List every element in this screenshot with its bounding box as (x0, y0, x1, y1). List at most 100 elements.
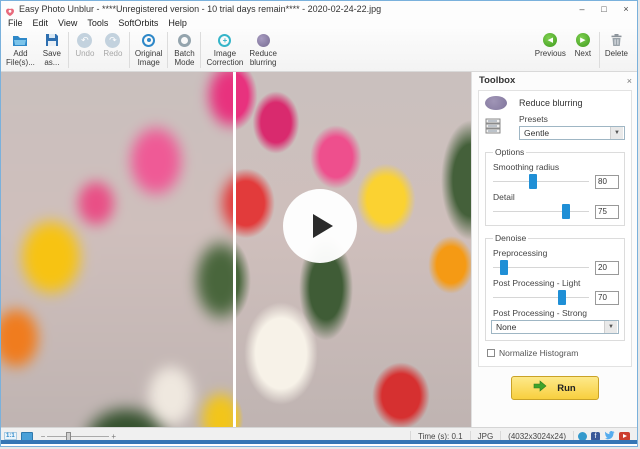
original-image-icon (142, 32, 156, 48)
delete-button[interactable]: Delete (602, 30, 631, 70)
next-icon: ▶ (575, 32, 590, 48)
post-processing-strong-value: None (496, 322, 517, 332)
slider-thumb[interactable] (558, 290, 567, 305)
preprocessing-value[interactable]: 20 (595, 260, 619, 275)
button-label: as... (44, 58, 60, 67)
button-label: Correction (206, 58, 244, 67)
active-tool-name: Reduce blurring (519, 98, 583, 108)
title-bar[interactable]: Easy Photo Unblur - ****Unregistered ver… (1, 1, 637, 17)
toolbox-close-icon[interactable]: × (627, 76, 632, 86)
image-correction-icon: + (218, 32, 232, 48)
button-label: Undo (75, 49, 95, 58)
save-icon (45, 32, 59, 48)
menu-tools[interactable]: Tools (82, 18, 113, 28)
smoothing-radius-label: Smoothing radius (493, 162, 560, 172)
chevron-down-icon: ▼ (610, 127, 623, 139)
menu-softorbits[interactable]: SoftOrbits (113, 18, 163, 28)
play-button-overlay[interactable] (283, 189, 357, 263)
redo-button[interactable]: ↷ Redo (99, 30, 127, 70)
button-label: Image (213, 49, 237, 58)
toolbox-panel: Toolbox × Reduce blurring Presets Gentle… (471, 72, 637, 427)
active-tool-row: Reduce blurring (485, 96, 625, 110)
toolbar-separator (67, 32, 69, 68)
run-button-label: Run (557, 382, 576, 394)
menu-help[interactable]: Help (163, 18, 192, 28)
original-image-button[interactable]: Original Image (132, 30, 166, 70)
save-as-button[interactable]: Save as... (38, 30, 66, 70)
preprocessing-control: 20 (491, 260, 619, 275)
reduce-blurring-tool-icon (485, 96, 507, 110)
post-processing-strong-label: Post Processing - Strong (493, 308, 588, 318)
slider-track (493, 211, 589, 212)
slider-thumb[interactable] (562, 204, 571, 219)
post-processing-light-control: 70 (491, 290, 619, 305)
redo-icon: ↷ (105, 32, 121, 48)
post-processing-light-label: Post Processing - Light (493, 278, 581, 288)
image-correction-button[interactable]: + Image Correction (203, 30, 246, 70)
post-processing-light-slider[interactable] (493, 290, 589, 305)
toolbar: Add File(s)... Save as... ↶ Undo ↷ Redo … (1, 29, 637, 72)
button-label: Next (574, 49, 592, 58)
toolbox-header: Toolbox × (472, 72, 637, 87)
post-processing-strong-dropdown[interactable]: None ▼ (491, 320, 619, 334)
run-button[interactable]: Run (510, 376, 599, 400)
smoothing-radius-slider[interactable] (493, 174, 589, 189)
toolbar-navigation-group: ◀ Previous ▶ Next Delete (532, 30, 631, 70)
smoothing-radius-value[interactable]: 80 (595, 174, 619, 189)
close-button[interactable]: × (615, 1, 637, 17)
undo-button[interactable]: ↶ Undo (71, 30, 99, 70)
presets-icon (485, 118, 507, 140)
presets-dropdown[interactable]: Gentle ▼ (519, 126, 625, 140)
slider-track (493, 297, 589, 298)
button-label: blurring (249, 58, 277, 67)
batch-mode-icon (177, 32, 191, 48)
menu-edit[interactable]: Edit (28, 18, 54, 28)
undo-icon: ↶ (77, 32, 93, 48)
toolbox-content: Reduce blurring Presets Gentle ▼ Options… (478, 90, 632, 367)
button-label: Image (137, 58, 160, 67)
smoothing-radius-control: 80 (491, 174, 619, 189)
status-bar: 1:1 − + Time (s): 0.1 JPG (4032x3024x24)… (1, 427, 637, 444)
slider-thumb[interactable] (499, 260, 508, 275)
button-label: Redo (103, 49, 123, 58)
slider-thumb[interactable] (528, 174, 537, 189)
batch-mode-button[interactable]: Batch Mode (170, 30, 198, 70)
normalize-histogram-checkbox[interactable] (487, 349, 495, 357)
app-window: Easy Photo Unblur - ****Unregistered ver… (0, 0, 638, 447)
app-icon (5, 4, 15, 16)
maximize-button[interactable]: □ (593, 1, 615, 17)
minimize-button[interactable]: – (571, 1, 593, 17)
toolbar-separator (200, 32, 202, 68)
presets-value: Gentle (524, 128, 550, 138)
normalize-histogram-label: Normalize Histogram (499, 348, 579, 358)
play-icon (313, 214, 333, 238)
button-label: Add (13, 49, 28, 58)
toolbar-separator (167, 32, 169, 68)
image-viewer[interactable] (1, 72, 471, 427)
next-button[interactable]: ▶ Next (569, 30, 597, 70)
button-label: Batch (174, 49, 195, 58)
toolbar-separator (128, 32, 130, 68)
before-after-divider[interactable] (233, 72, 236, 427)
add-files-button[interactable]: Add File(s)... (3, 30, 38, 70)
slider-track (493, 181, 589, 182)
preprocessing-slider[interactable] (493, 260, 589, 275)
presets-label: Presets (519, 114, 548, 124)
post-processing-light-value[interactable]: 70 (595, 290, 619, 305)
zoom-actual-size-icon[interactable]: 1:1 (4, 432, 17, 440)
previous-button[interactable]: ◀ Previous (532, 30, 569, 70)
chevron-down-icon: ▼ (604, 321, 617, 333)
run-arrow-icon (533, 379, 547, 397)
button-label: File(s)... (6, 58, 35, 67)
detail-control: 75 (491, 204, 619, 219)
button-label: Delete (604, 49, 628, 58)
toolbar-separator (598, 32, 600, 68)
menu-view[interactable]: View (53, 18, 82, 28)
button-label: Save (42, 49, 61, 58)
detail-value[interactable]: 75 (595, 204, 619, 219)
detail-slider[interactable] (493, 204, 589, 219)
menu-file[interactable]: File (3, 18, 28, 28)
button-label: Reduce (249, 49, 277, 58)
detail-label: Detail (493, 192, 515, 202)
reduce-blurring-button[interactable]: Reduce blurring (246, 30, 280, 70)
